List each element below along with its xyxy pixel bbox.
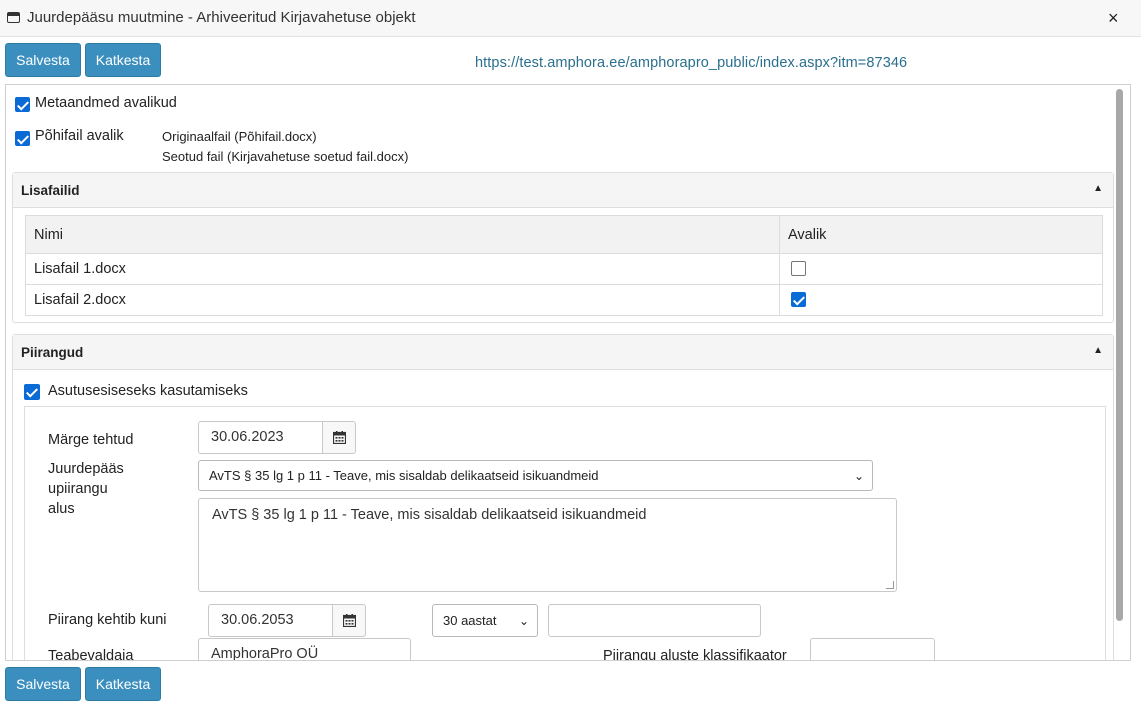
period-select[interactable]: 30 aastat ⌄ <box>432 604 538 637</box>
public-url-link[interactable]: https://test.amphora.ee/amphorapro_publi… <box>475 55 907 71</box>
calendar-button[interactable] <box>332 604 366 637</box>
chevron-down-icon: ⌄ <box>518 614 529 628</box>
column-header-avalik: Avalik <box>779 215 1103 254</box>
dialog-title: Juurdepääsu muutmine - Arhiveeritud Kirj… <box>27 9 416 26</box>
owner-label: Teabevaldaja <box>48 648 134 661</box>
lisafailid-table: Nimi Avalik Lisafail 1.docx Lisafail 2.d… <box>25 215 1103 316</box>
basis-label-line2: upiirangu <box>48 481 108 497</box>
collapse-caret-icon[interactable]: ▲ <box>1093 345 1103 356</box>
calendar-icon <box>333 431 346 444</box>
collapse-caret-icon[interactable]: ▲ <box>1093 183 1103 194</box>
period-extra-input[interactable] <box>548 604 761 637</box>
period-select-value: 30 aastat <box>443 613 497 628</box>
file-public-checkbox[interactable] <box>791 261 806 276</box>
column-header-nimi: Nimi <box>25 215 780 254</box>
piirangud-title: Piirangud <box>21 345 84 360</box>
dialog-titlebar: Juurdepääsu muutmine - Arhiveeritud Kirj… <box>0 0 1141 37</box>
file-name-cell: Lisafail 1.docx <box>25 253 780 285</box>
content-area: Metaandmed avalikud Põhifail avalik Orig… <box>5 84 1131 661</box>
file-name-cell: Lisafail 2.docx <box>25 284 780 316</box>
table-row: Lisafail 2.docx <box>25 284 1103 316</box>
basis-label-line1: Juurdepääs <box>48 461 124 477</box>
basis-text-value: AvTS § 35 lg 1 p 11 - Teave, mis sisalda… <box>212 507 647 523</box>
linked-file-name: Seotud fail (Kirjavahetuse soetud fail.d… <box>162 149 409 164</box>
file-public-checkbox[interactable] <box>791 292 806 307</box>
marge-label: Märge tehtud <box>48 432 134 448</box>
basis-select[interactable]: AvTS § 35 lg 1 p 11 - Teave, mis sisalda… <box>198 460 873 491</box>
metadata-public-checkbox[interactable] <box>15 97 30 112</box>
close-icon[interactable]: × <box>1108 8 1119 29</box>
classifier-label: Piirangu aluste klassifikaator <box>603 648 787 661</box>
save-button-bottom[interactable]: Salvesta <box>5 667 81 701</box>
mainfile-public-label: Põhifail avalik <box>35 128 124 144</box>
save-button-top[interactable]: Salvesta <box>5 43 81 77</box>
window-icon <box>7 12 20 23</box>
marge-date-input[interactable]: 30.06.2023 <box>198 421 323 454</box>
basis-textarea[interactable]: AvTS § 35 lg 1 p 11 - Teave, mis sisalda… <box>198 498 897 592</box>
mainfile-public-checkbox[interactable] <box>15 131 30 146</box>
classifier-input[interactable] <box>810 638 935 660</box>
basis-label-line3: alus <box>48 501 75 517</box>
metadata-public-label: Metaandmed avalikud <box>35 95 177 111</box>
calendar-icon <box>343 614 356 627</box>
internal-use-label: Asutusesiseseks kasutamiseks <box>48 383 248 399</box>
lisafailid-panel-header: Lisafailid ▲ <box>13 173 1113 208</box>
internal-use-checkbox[interactable] <box>24 384 40 400</box>
lisafailid-title: Lisafailid <box>21 183 80 198</box>
public-cell <box>779 253 1103 285</box>
calendar-button[interactable] <box>322 421 356 454</box>
table-header-row: Nimi Avalik <box>25 215 1103 254</box>
cancel-button-bottom[interactable]: Katkesta <box>85 667 161 701</box>
cancel-button-top[interactable]: Katkesta <box>85 43 161 77</box>
chevron-down-icon: ⌄ <box>853 469 864 483</box>
piirangud-panel-header: Piirangud ▲ <box>13 335 1113 370</box>
valid-until-date-input[interactable]: 30.06.2053 <box>208 604 333 637</box>
owner-input[interactable]: AmphoraPro OÜ <box>198 638 411 660</box>
resize-handle[interactable] <box>886 581 894 589</box>
basis-select-value: AvTS § 35 lg 1 p 11 - Teave, mis sisalda… <box>209 468 599 483</box>
valid-until-label: Piirang kehtib kuni <box>48 612 167 628</box>
original-file-name: Originaalfail (Põhifail.docx) <box>162 129 317 144</box>
vertical-scrollbar[interactable] <box>1116 89 1123 621</box>
lisafailid-panel: Lisafailid ▲ Nimi Avalik Lisafail 1.docx… <box>12 172 1114 323</box>
public-cell <box>779 284 1103 316</box>
table-row: Lisafail 1.docx <box>25 253 1103 285</box>
